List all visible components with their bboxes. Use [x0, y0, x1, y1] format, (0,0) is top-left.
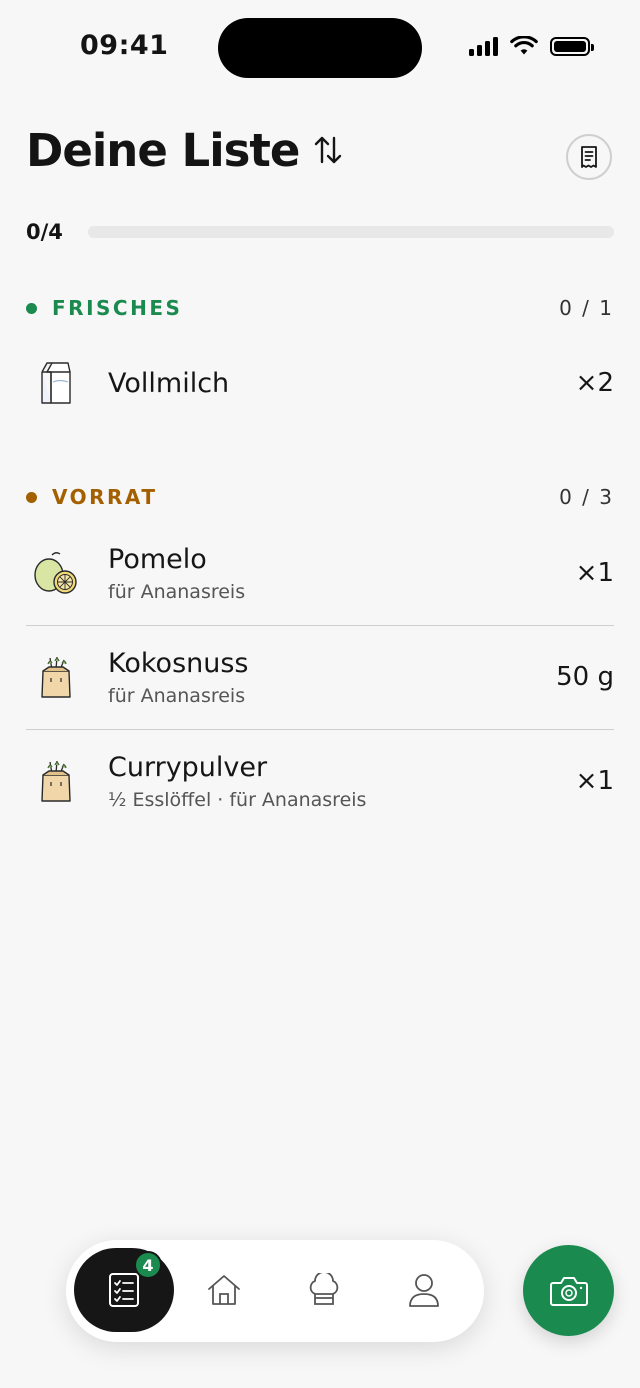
- section-count: 0 / 3: [559, 485, 614, 509]
- item-subtitle: ½ Esslöffel · für Ananasreis: [108, 788, 367, 811]
- list-item-pomelo[interactable]: Pomelo für Ananasreis ×1: [26, 521, 614, 626]
- wifi-icon: [510, 36, 538, 55]
- grocery-bag-icon: [26, 647, 86, 707]
- item-quantity: ×1: [575, 766, 614, 796]
- section-dot: [26, 491, 37, 503]
- milk-carton-icon: [26, 353, 86, 413]
- item-name: Vollmilch: [108, 367, 230, 399]
- section-title: FRISCHES: [52, 296, 183, 320]
- pomelo-icon: [26, 543, 86, 603]
- nav-item-list[interactable]: 4: [74, 1248, 174, 1332]
- status-bar: 09:41: [0, 0, 640, 96]
- chef-hat-icon: [309, 1273, 339, 1305]
- section-header-vorrat: VORRAT 0 / 3: [26, 482, 614, 512]
- receipt-icon: [581, 146, 597, 168]
- list-item-kokosnuss[interactable]: Kokosnuss für Ananasreis 50 g: [26, 625, 614, 730]
- section-dot: [26, 302, 37, 314]
- receipt-button[interactable]: [566, 134, 612, 180]
- nav-item-home[interactable]: [174, 1248, 274, 1332]
- camera-button[interactable]: [523, 1245, 614, 1336]
- list-item-vollmilch[interactable]: Vollmilch ×2: [26, 331, 614, 435]
- item-quantity: 50 g: [556, 662, 614, 692]
- section-title: VORRAT: [52, 485, 158, 509]
- progress-bar: [88, 226, 614, 238]
- item-name: Pomelo: [108, 543, 207, 575]
- home-icon: [208, 1275, 240, 1305]
- section-count: 0 / 1: [559, 296, 614, 320]
- list-item-currypulver[interactable]: Currypulver ½ Esslöffel · für Ananasreis…: [26, 729, 614, 833]
- section-header-frisches: FRISCHES 0 / 1: [26, 293, 614, 323]
- status-icons: [469, 36, 594, 56]
- item-quantity: ×1: [575, 558, 614, 588]
- cellular-signal-icon: [469, 36, 498, 56]
- checklist-icon: [109, 1273, 139, 1307]
- progress-label: 0/4: [26, 220, 63, 244]
- grocery-bag-icon: [26, 751, 86, 811]
- item-subtitle: für Ananasreis: [108, 580, 246, 603]
- battery-icon: [550, 36, 594, 56]
- nav-item-profile[interactable]: [374, 1248, 474, 1332]
- item-quantity: ×2: [575, 368, 614, 398]
- sort-arrows-icon: [314, 136, 342, 164]
- item-name: Currypulver: [108, 751, 268, 783]
- dynamic-island: [218, 18, 422, 78]
- status-time: 09:41: [80, 30, 169, 61]
- page-title: Deine Liste: [26, 124, 300, 177]
- bottom-nav: 4: [66, 1240, 484, 1342]
- item-subtitle: für Ananasreis: [108, 684, 246, 707]
- item-name: Kokosnuss: [108, 647, 249, 679]
- camera-icon: [549, 1276, 588, 1306]
- nav-item-recipes[interactable]: [274, 1248, 374, 1332]
- profile-icon: [409, 1274, 439, 1307]
- nav-badge: 4: [134, 1251, 162, 1279]
- sort-button[interactable]: [308, 130, 348, 170]
